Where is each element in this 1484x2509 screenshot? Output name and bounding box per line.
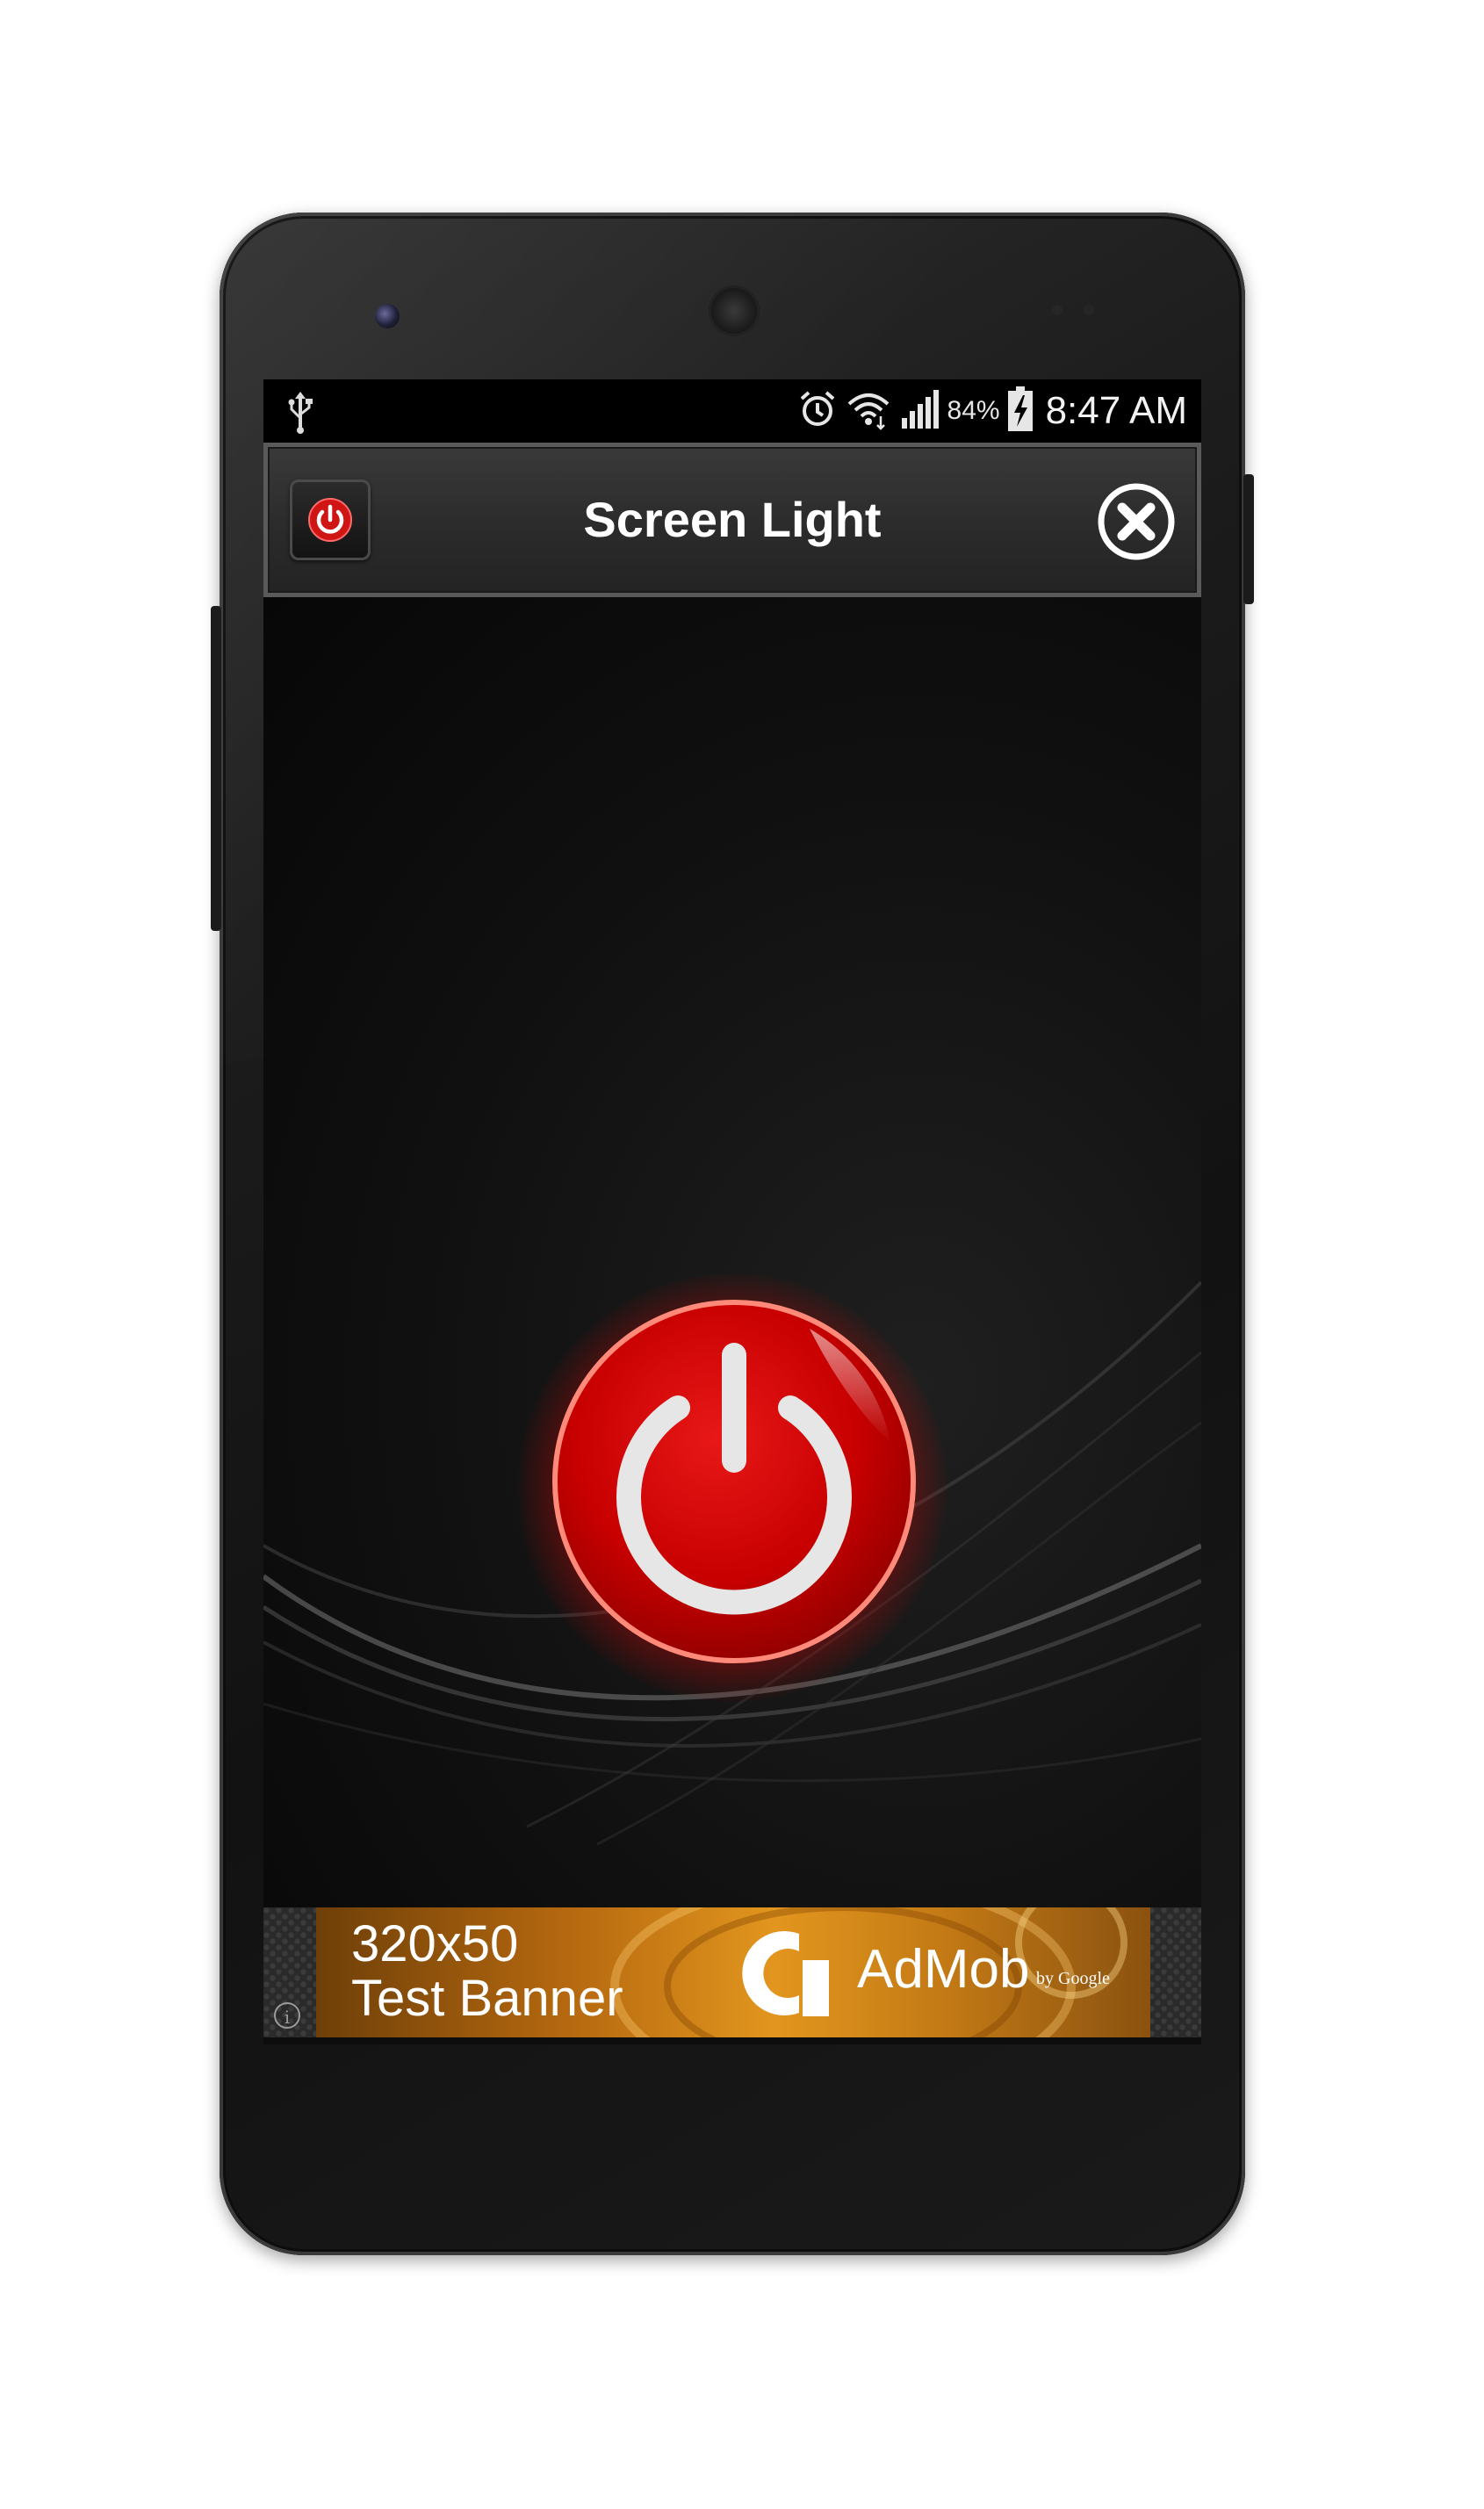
ad-test-text: Test Banner — [351, 1970, 623, 2027]
app-title: Screen Light — [583, 492, 882, 547]
power-icon — [552, 1300, 916, 1663]
power-side-button — [1243, 474, 1254, 604]
proximity-sensor — [1052, 305, 1063, 315]
earpiece-speaker — [709, 285, 760, 336]
status-time: 8:47 AM — [1045, 389, 1187, 432]
ad-banner[interactable]: i 320x50 Test Banner AdMob by Google — [263, 1907, 1201, 2037]
front-camera — [375, 304, 400, 328]
status-bar: 84% 8:47 AM — [263, 379, 1201, 443]
admob-logo-icon — [738, 1925, 843, 2026]
phone-screen: 84% 8:47 AM Screen Light i 320x50 Test B… — [263, 379, 1201, 2044]
wifi-icon — [846, 388, 891, 435]
info-icon[interactable]: i — [274, 2002, 300, 2029]
main-content — [263, 597, 1201, 1907]
battery-charging-icon — [1007, 386, 1034, 436]
alarm-icon — [796, 388, 839, 435]
ad-size-text: 320x50 — [351, 1915, 519, 1972]
close-button[interactable] — [1096, 481, 1177, 562]
ad-brand: AdMob — [857, 1939, 1030, 2000]
light-sensor — [1084, 305, 1094, 315]
ad-by-google: by Google — [1036, 1969, 1110, 1988]
power-toggle-button[interactable] — [546, 1294, 922, 1669]
signal-icon — [898, 388, 940, 435]
volume-button — [211, 606, 221, 931]
ad-creative[interactable]: 320x50 Test Banner AdMob by Google — [316, 1907, 1150, 2037]
screen-bottom-edge — [263, 2037, 1201, 2044]
app-bar: Screen Light — [263, 443, 1201, 597]
close-icon — [1098, 483, 1175, 560]
usb-icon — [288, 392, 313, 438]
battery-percent: 84% — [947, 396, 1000, 425]
wave-background — [263, 1280, 1201, 1846]
